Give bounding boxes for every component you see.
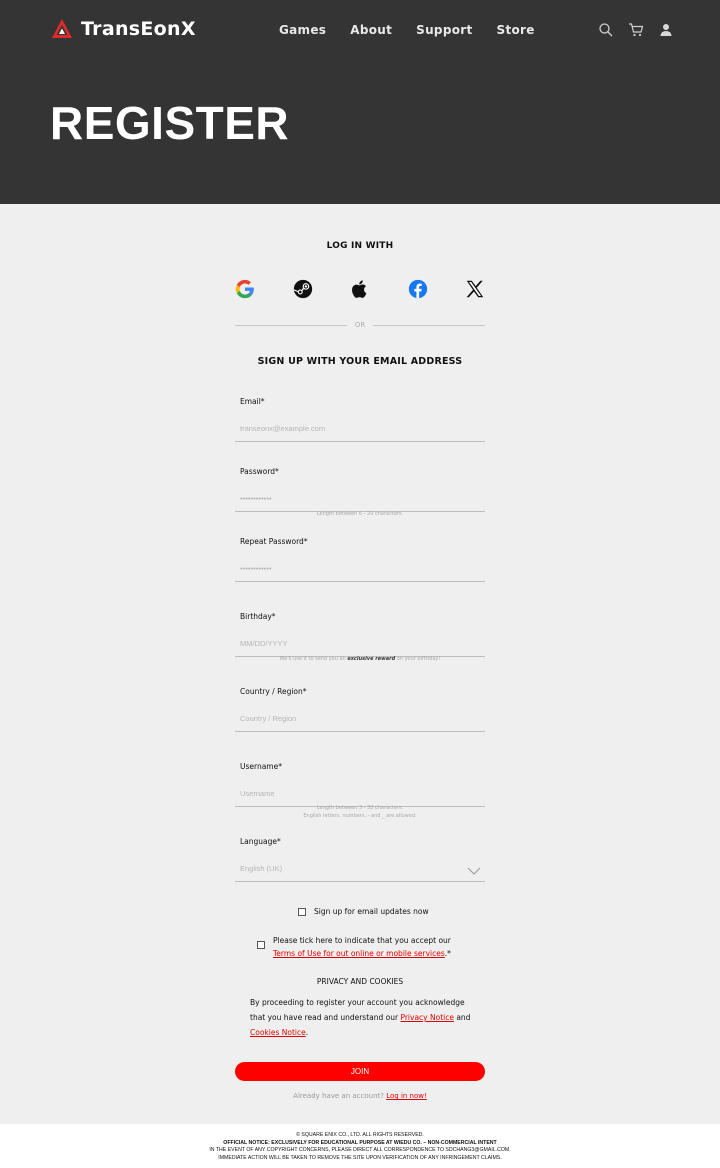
divider-line	[373, 324, 485, 326]
apple-icon[interactable]	[349, 278, 371, 300]
email-field-group: Email*	[235, 397, 485, 442]
nav-about[interactable]: About	[350, 23, 392, 37]
page-header: TransEonX Games About Support Store REGI…	[0, 0, 720, 204]
password-label: Password*	[240, 467, 279, 476]
nav-games[interactable]: Games	[279, 23, 326, 37]
repeat-password-field-group: Repeat Password*	[235, 537, 485, 582]
repeat-password-input[interactable]	[235, 562, 485, 582]
brand-name: TransEonX	[81, 18, 196, 40]
search-icon[interactable]	[598, 22, 614, 38]
username-field-group: Username*	[235, 762, 485, 807]
terms-link[interactable]: Terms of Use for out online or mobile se…	[273, 949, 445, 958]
privacy-text: By proceeding to register your account y…	[250, 995, 475, 1040]
or-text: OR	[354, 321, 366, 329]
country-field-group: Country / Region*	[235, 687, 485, 732]
birthday-hint: We'll use it to send you an exclusive re…	[235, 655, 485, 663]
chevron-down-icon[interactable]	[467, 867, 481, 875]
repeat-password-label: Repeat Password*	[240, 537, 308, 546]
divider-line	[235, 324, 347, 326]
privacy-and: and	[453, 1013, 471, 1022]
footer-copyright: © SQUARE ENIX CO., LTD. ALL RIGHTS RESER…	[296, 1132, 424, 1138]
x-icon[interactable]	[464, 278, 486, 300]
password-hint: Length between 6 - 20 characters.	[316, 511, 404, 517]
cart-icon[interactable]	[628, 22, 644, 38]
birthday-label: Birthday*	[240, 612, 276, 621]
privacy-end: .	[305, 1028, 309, 1037]
username-hint-line1: Length between 3 - 32 characters.	[316, 805, 404, 811]
email-input[interactable]	[235, 422, 485, 442]
footer-action: IMMEDIATE ACTION WILL BE TAKEN TO REMOVE…	[218, 1154, 502, 1161]
country-label: Country / Region*	[240, 687, 307, 696]
steam-icon[interactable]	[292, 278, 314, 300]
facebook-icon[interactable]	[407, 278, 429, 300]
nav-support[interactable]: Support	[416, 23, 472, 37]
birthday-hint-bold: exclusive reward	[347, 656, 396, 662]
or-divider: OR	[235, 321, 485, 329]
page-title: REGISTER	[50, 97, 290, 149]
logo-icon	[52, 19, 72, 38]
user-icon[interactable]	[658, 22, 674, 38]
email-updates-row: Sign up for email updates now	[298, 905, 429, 918]
language-field-group: Language*	[235, 837, 485, 882]
join-button[interactable]: JOIN	[235, 1062, 485, 1081]
already-text: Already have an account?	[293, 1092, 387, 1100]
page-footer: © SQUARE ENIX CO., LTD. ALL RIGHTS RESER…	[0, 1124, 720, 1168]
username-label: Username*	[240, 762, 282, 771]
brand-logo[interactable]: TransEonX	[51, 18, 196, 40]
terms-row: Please tick here to indicate that you ac…	[257, 934, 467, 960]
country-input[interactable]	[235, 712, 485, 732]
nav-store[interactable]: Store	[497, 23, 535, 37]
header-actions	[598, 22, 674, 38]
login-with-heading: LOG IN WITH	[326, 241, 394, 251]
terms-text: Please tick here to indicate that you ac…	[273, 934, 467, 960]
username-hint: Length between 3 - 32 characters. Englis…	[235, 804, 485, 820]
birthday-hint-after: on your birthday!	[395, 656, 441, 662]
email-updates-label: Sign up for email updates now	[314, 907, 429, 916]
language-select[interactable]	[235, 862, 485, 882]
main-nav: Games About Support Store	[279, 23, 535, 37]
password-field-group: Password*	[235, 467, 485, 512]
privacy-notice-link[interactable]: Privacy Notice	[400, 1013, 454, 1022]
google-icon[interactable]	[234, 278, 256, 300]
already-account: Already have an account? Log in now!	[0, 1092, 720, 1100]
email-label: Email*	[240, 397, 265, 406]
username-hint-line2: English letters, numbers, - and _ are al…	[303, 813, 417, 819]
email-updates-checkbox[interactable]	[298, 908, 306, 916]
terms-checkbox[interactable]	[257, 941, 265, 949]
footer-notice: OFFICIAL NOTICE: EXCLUSIVELY FOR EDUCATI…	[223, 1139, 497, 1146]
signup-heading: SIGN UP WITH YOUR EMAIL ADDRESS	[257, 356, 463, 367]
birthday-hint-before: We'll use it to send you an	[279, 656, 348, 662]
login-now-link[interactable]: Log in now!	[386, 1092, 427, 1100]
password-input[interactable]	[235, 492, 485, 512]
birthday-field-group: Birthday*	[235, 612, 485, 657]
privacy-title: PRIVACY AND COOKIES	[316, 977, 404, 986]
cookies-notice-link[interactable]: Cookies Notice	[250, 1028, 306, 1037]
language-label: Language*	[240, 837, 281, 846]
terms-text-after: .*	[444, 949, 451, 958]
birthday-input[interactable]	[235, 637, 485, 657]
footer-contact: IN THE EVENT OF ANY COPYRIGHT CONCERNS, …	[209, 1147, 511, 1153]
social-login-row	[234, 278, 486, 300]
terms-text-before: Please tick here to indicate that you ac…	[273, 936, 451, 945]
